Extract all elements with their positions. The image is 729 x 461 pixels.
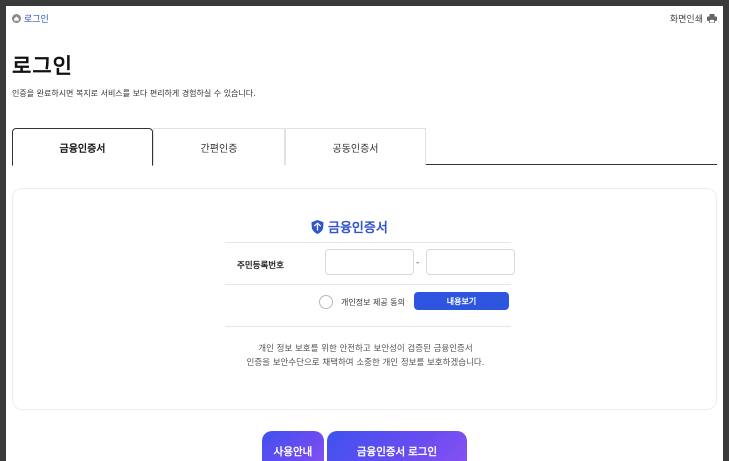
- print-button[interactable]: 화면인쇄: [670, 12, 717, 25]
- divider: [225, 284, 511, 285]
- tab-simple-auth[interactable]: 간편인증: [153, 128, 285, 165]
- notice-line-2: 인증을 보안수단으로 채택하여 소중한 개인 정보를 보호하겠습니다.: [246, 358, 485, 368]
- tab-joint-cert[interactable]: 공동인증서: [285, 128, 426, 165]
- home-icon: [12, 14, 21, 23]
- usage-guide-button[interactable]: 사용안내: [262, 431, 324, 461]
- view-content-button[interactable]: 내용보기: [414, 292, 509, 310]
- page-description: 인증을 완료하시면 복지로 서비스를 보다 편리하게 경험하실 수 있습니다.: [12, 89, 256, 98]
- login-page: 로그인 화면인쇄 로그인 인증을 완료하시면 복지로 서비스를 보다 편리하게 …: [0, 0, 729, 461]
- privacy-agree-label[interactable]: 개인정보 제공 동의: [341, 297, 405, 308]
- shield-icon: [311, 219, 324, 234]
- breadcrumb-label: 로그인: [24, 15, 49, 25]
- tab-label: 금융인증서: [59, 143, 106, 155]
- divider: [225, 242, 511, 243]
- breadcrumb[interactable]: 로그인: [12, 12, 49, 25]
- divider: [225, 326, 511, 327]
- cert-title-text: 금융인증서: [328, 221, 388, 236]
- tab-label: 공동인증서: [332, 143, 379, 155]
- page-title: 로그인: [12, 54, 73, 78]
- print-label: 화면인쇄: [669, 15, 703, 25]
- rrn-front-input[interactable]: [325, 249, 414, 275]
- privacy-agree-radio[interactable]: [319, 295, 333, 309]
- rrn-back-input[interactable]: [426, 249, 515, 275]
- tab-financial-cert[interactable]: 금융인증서: [12, 128, 153, 166]
- rrn-label: 주민등록번호: [237, 261, 284, 271]
- notice-line-1: 개인 정보 보호를 위한 안전하고 보안성이 검증된 금융인증서: [258, 344, 473, 354]
- tab-label: 간편인증: [200, 143, 238, 155]
- top-bar: 로그인 화면인쇄: [12, 10, 717, 26]
- print-icon: [707, 14, 717, 24]
- financial-cert-login-button[interactable]: 금융인증서 로그인: [327, 431, 467, 461]
- auth-tabs: 금융인증서 간편인증 공동인증서: [12, 128, 717, 166]
- cert-panel-title: 금융인증서: [311, 217, 388, 236]
- rrn-separator: -: [416, 258, 420, 268]
- financial-cert-panel: 금융인증서 주민등록번호 - 개인정보 제공 동의 내용보기 개인 정보 보호를…: [12, 188, 717, 410]
